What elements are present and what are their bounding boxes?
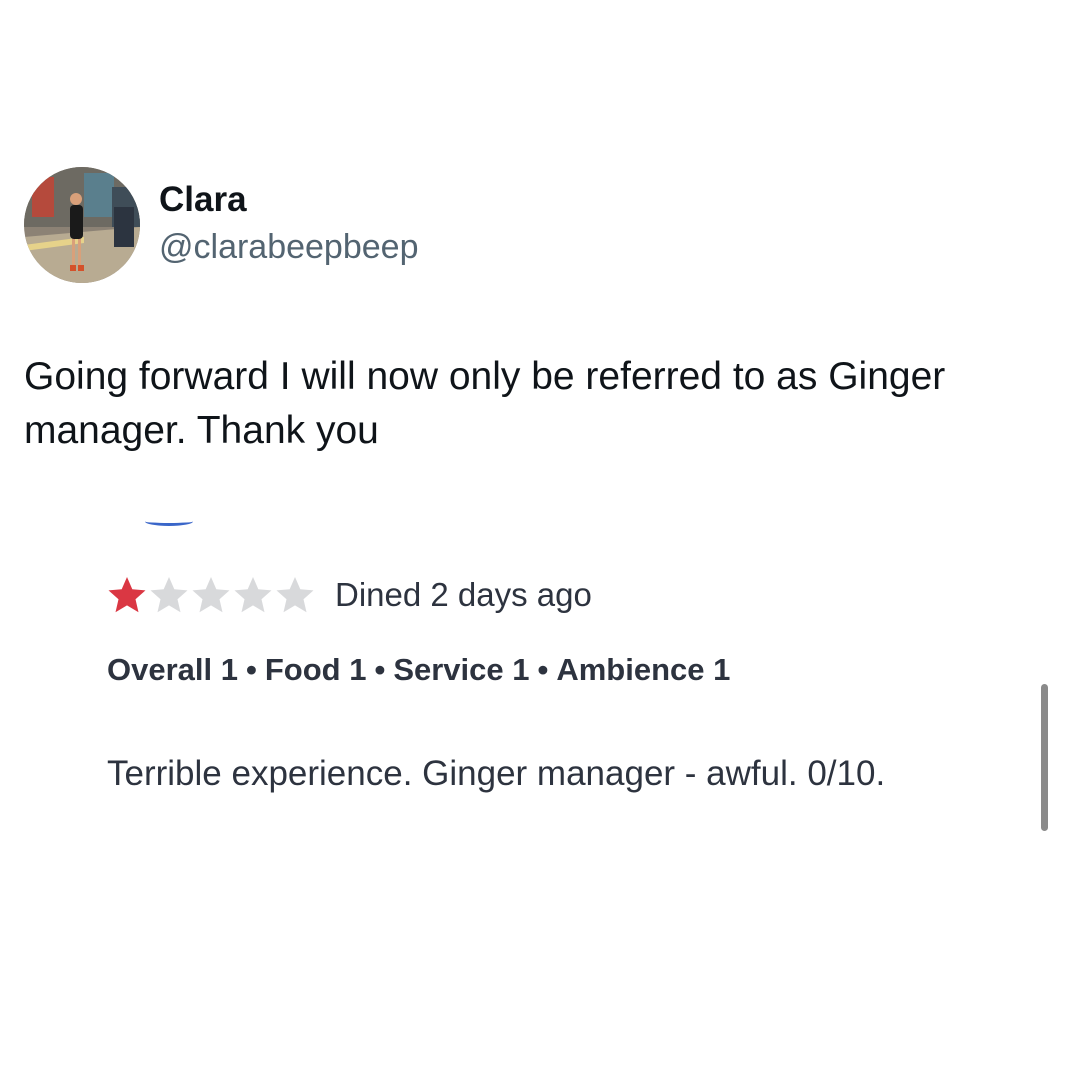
- review-body: Terrible experience. Ginger manager - aw…: [107, 754, 886, 793]
- divider-accent: [145, 517, 193, 526]
- embedded-review-screenshot: Dined 2 days ago Overall 1 • Food 1 • Servic…: [107, 505, 987, 865]
- scrollbar-thumb[interactable]: [1041, 684, 1048, 831]
- separator-dot: •: [537, 652, 549, 687]
- star-empty-icon: [149, 575, 189, 615]
- star-empty-icon: [233, 575, 273, 615]
- tweet-header: Clara @clarabeepbeep: [24, 167, 418, 283]
- score-overall: Overall 1: [107, 652, 238, 687]
- tweet-text: Going forward I will now only be referre…: [24, 355, 946, 452]
- score-ambience: Ambience 1: [556, 652, 731, 687]
- separator-dot: •: [374, 652, 386, 687]
- star-filled-icon: [107, 575, 147, 615]
- user-handle[interactable]: @clarabeepbeep: [159, 224, 418, 270]
- score-service: Service 1: [393, 652, 530, 687]
- score-breakdown: Overall 1 • Food 1 • Service 1 • Ambience 1: [107, 650, 730, 690]
- star-rating: [107, 575, 317, 615]
- star-empty-icon: [191, 575, 231, 615]
- score-food: Food 1: [264, 652, 367, 687]
- display-name[interactable]: Clara: [159, 180, 418, 220]
- user-meta: Clara @clarabeepbeep: [159, 180, 418, 270]
- separator-dot: •: [245, 652, 257, 687]
- dined-date: Dined 2 days ago: [335, 576, 592, 613]
- avatar[interactable]: [24, 167, 140, 283]
- rating-row: Dined 2 days ago: [107, 575, 592, 615]
- avatar-photo: [24, 167, 140, 283]
- star-empty-icon: [275, 575, 315, 615]
